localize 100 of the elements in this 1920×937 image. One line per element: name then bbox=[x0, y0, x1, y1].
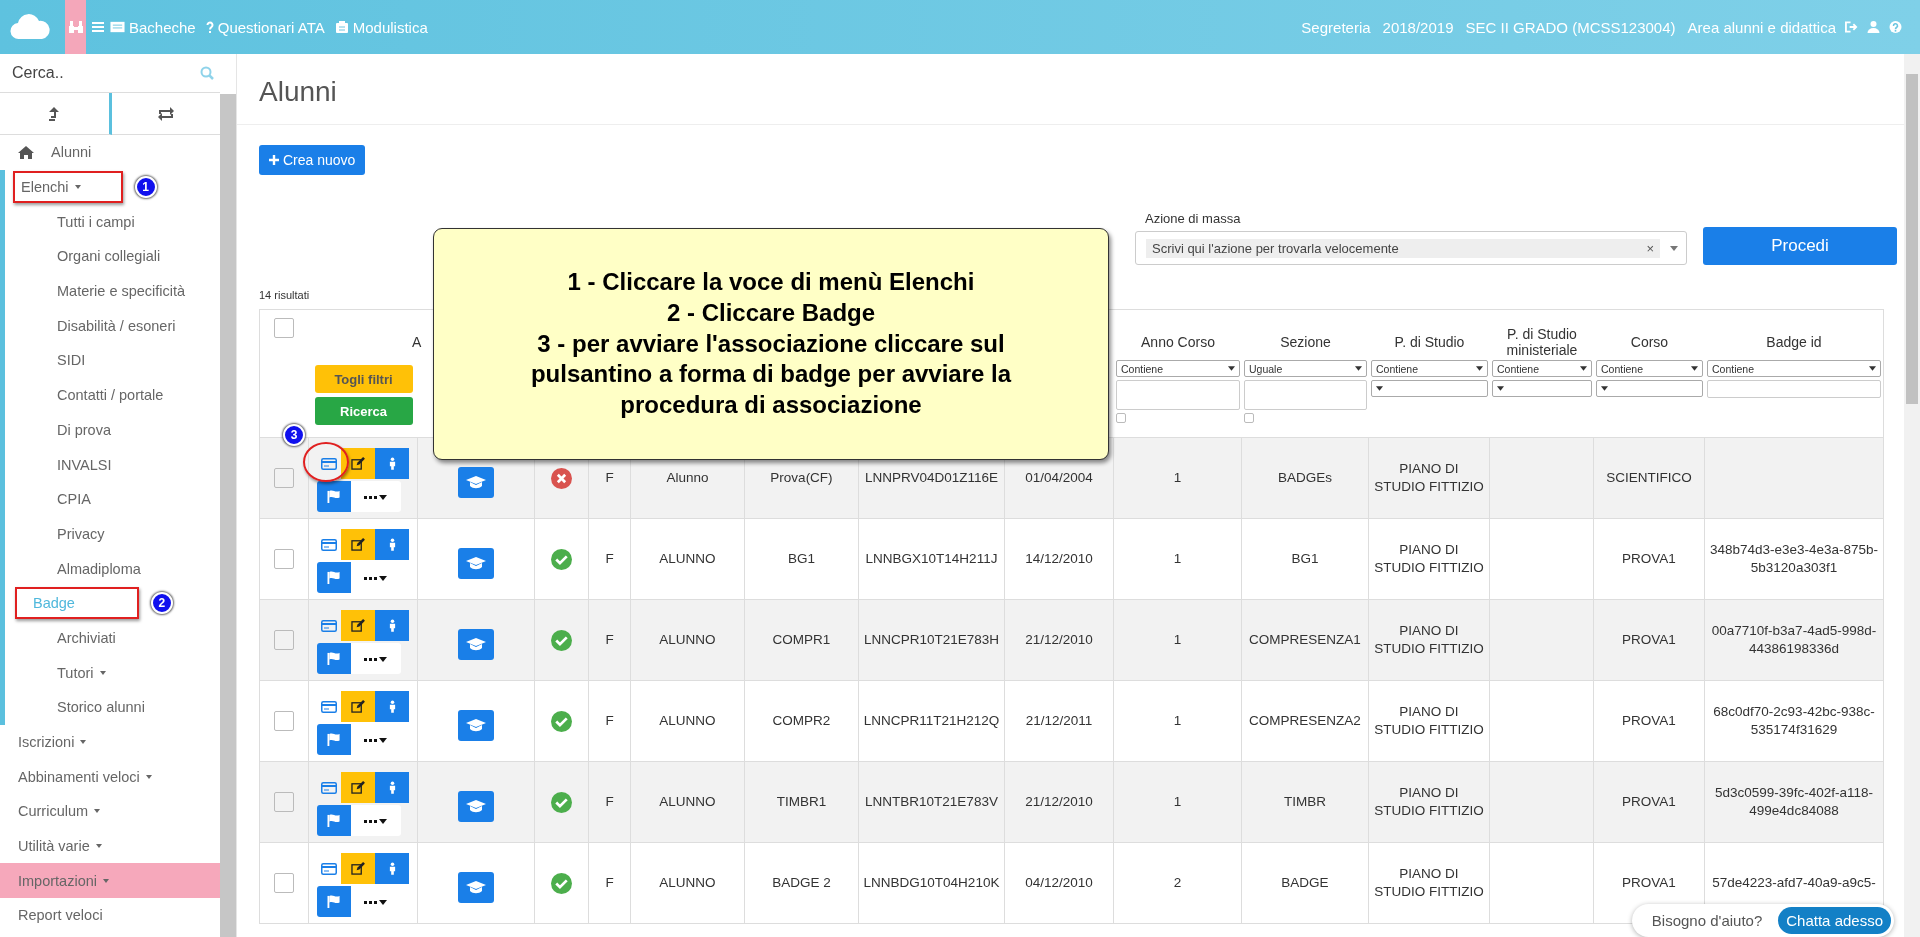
person-icon bbox=[388, 457, 396, 470]
sidebar-subitem[interactable]: Tutti i campi bbox=[57, 213, 135, 230]
flag-button[interactable] bbox=[317, 805, 351, 836]
operator-select[interactable]: Contiene bbox=[1492, 360, 1592, 377]
person-button[interactable] bbox=[375, 691, 409, 722]
row-checkbox[interactable] bbox=[274, 711, 294, 731]
sidebar-subitem[interactable]: Di prova bbox=[57, 421, 111, 438]
sidebar-subitem[interactable]: Organi collegiali bbox=[57, 248, 161, 265]
person-button[interactable] bbox=[375, 448, 409, 479]
person-button[interactable] bbox=[375, 610, 409, 641]
graduation-cap-button[interactable] bbox=[458, 466, 494, 498]
search-button[interactable]: Ricerca bbox=[314, 397, 413, 425]
code-cell-text: LNNCPR11T21H212Q bbox=[863, 711, 1000, 730]
filter-checkbox[interactable] bbox=[1244, 413, 1254, 423]
edit-icon bbox=[351, 700, 365, 713]
edit-button[interactable] bbox=[341, 691, 375, 722]
sidebar-item[interactable]: Importazioni bbox=[0, 863, 220, 899]
row-checkbox[interactable] bbox=[274, 630, 294, 650]
sidebar-item[interactable]: Elenchi bbox=[21, 179, 81, 196]
edit-button[interactable] bbox=[341, 448, 375, 479]
sidebar-subitem[interactable]: Archiviati bbox=[57, 629, 116, 646]
sidebar-subitem[interactable]: Disabilità / esoneri bbox=[57, 317, 176, 334]
row-checkbox[interactable] bbox=[274, 468, 294, 488]
more-button[interactable] bbox=[351, 643, 401, 674]
sidebar-subitem[interactable]: Privacy bbox=[57, 525, 105, 542]
dots-caret-icon bbox=[364, 817, 388, 824]
sex-cell-text: F bbox=[605, 549, 614, 568]
sidebar-item[interactable]: Curriculum bbox=[0, 794, 220, 829]
row-checkbox[interactable] bbox=[274, 549, 294, 569]
flag-button[interactable] bbox=[317, 643, 351, 674]
section-cell-text: COMPRESENZA2 bbox=[1249, 711, 1361, 730]
more-button[interactable] bbox=[351, 805, 401, 836]
proceed-button[interactable]: Procedi bbox=[1703, 227, 1897, 265]
sidebar-item[interactable]: Iscrizioni bbox=[0, 724, 220, 760]
graduation-cap-icon bbox=[466, 556, 486, 570]
edit-button[interactable] bbox=[341, 853, 375, 884]
chat-button[interactable]: Chatta adesso bbox=[1778, 907, 1891, 934]
operator-select[interactable]: Contiene bbox=[1371, 360, 1488, 377]
filter-input[interactable] bbox=[1244, 380, 1367, 410]
graduation-cap-button[interactable] bbox=[458, 709, 494, 741]
badge-id-cell-text: 57de4223-afd7-40a9-a9c5- bbox=[1712, 873, 1876, 892]
person-button[interactable] bbox=[375, 853, 409, 884]
scrollbar[interactable] bbox=[1904, 54, 1920, 937]
edit-button[interactable] bbox=[341, 529, 375, 560]
more-button[interactable] bbox=[351, 481, 401, 512]
plan-cell-text: PIANO DI STUDIO FITTIZIO bbox=[1373, 864, 1485, 901]
edit-icon bbox=[351, 862, 365, 875]
filter-input[interactable] bbox=[1116, 380, 1240, 410]
operator-select[interactable]: Uguale bbox=[1244, 360, 1367, 377]
clear-button[interactable]: × bbox=[1638, 240, 1654, 256]
person-button[interactable] bbox=[375, 529, 409, 560]
filter-input[interactable] bbox=[1707, 380, 1881, 398]
graduation-cap-button[interactable] bbox=[458, 547, 494, 579]
sidebar-subitem[interactable]: INVALSI bbox=[57, 456, 112, 473]
operator-select[interactable]: Contiene bbox=[1707, 360, 1881, 377]
row-checkbox[interactable] bbox=[274, 873, 294, 893]
caret-icon bbox=[1355, 366, 1362, 371]
operator-select[interactable]: Contiene bbox=[1596, 360, 1703, 377]
graduation-cap-button[interactable] bbox=[458, 790, 494, 822]
sidebar-item[interactable]: Alunni bbox=[0, 135, 220, 170]
person-button[interactable] bbox=[375, 772, 409, 803]
create-button[interactable]: Crea nuovo bbox=[259, 145, 366, 175]
select-all-checkbox[interactable] bbox=[274, 318, 294, 338]
sidebar-item[interactable]: Utilità varie bbox=[0, 828, 220, 864]
flag-button[interactable] bbox=[317, 481, 351, 512]
plan-cell-text: PIANO DI STUDIO FITTIZIO bbox=[1373, 783, 1485, 820]
column-header: Badge id bbox=[1766, 333, 1822, 352]
mass-action-select[interactable]: Scrivi qui l'azione per trovarla velocemente × bbox=[1135, 231, 1687, 265]
menu-icon[interactable] bbox=[92, 22, 104, 32]
clear-filters-button[interactable]: Togli filtri bbox=[314, 365, 413, 393]
filter-select[interactable] bbox=[1596, 380, 1703, 397]
sidebar-subitem[interactable]: CPIA bbox=[57, 491, 91, 508]
filter-select[interactable] bbox=[1492, 380, 1592, 397]
course-cell-text: SCIENTIFICO bbox=[1606, 468, 1692, 487]
row-checkbox[interactable] bbox=[274, 792, 294, 812]
flag-button[interactable] bbox=[317, 724, 351, 755]
caret-icon bbox=[1376, 386, 1383, 391]
filter-checkbox[interactable] bbox=[1116, 413, 1126, 423]
edit-button[interactable] bbox=[341, 610, 375, 641]
sidebar-item[interactable]: Abbinamenti veloci bbox=[0, 759, 220, 795]
cloud-logo-icon[interactable] bbox=[10, 14, 50, 40]
operator-select[interactable]: Contiene bbox=[1116, 360, 1240, 377]
sidebar-item[interactable]: Report veloci bbox=[0, 898, 220, 933]
flag-button[interactable] bbox=[317, 886, 351, 917]
caret-icon bbox=[1670, 245, 1678, 251]
graduation-cap-button[interactable] bbox=[458, 871, 494, 903]
sidebar-subitem[interactable]: SIDI bbox=[57, 352, 86, 369]
flag-button[interactable] bbox=[317, 562, 351, 593]
sidebar-tab[interactable] bbox=[0, 93, 112, 135]
sidebar-subitem[interactable]: Almadiploma bbox=[57, 560, 141, 577]
sidebar-subitem[interactable]: Materie e specificità bbox=[57, 283, 186, 300]
sidebar-subitem[interactable]: Contatti / portale bbox=[57, 387, 164, 404]
date-cell-text: 04/12/2010 bbox=[1025, 873, 1093, 892]
sidebar-subitem[interactable]: Tutori bbox=[57, 664, 106, 681]
caret-icon bbox=[1228, 366, 1235, 371]
scrollbar[interactable] bbox=[220, 94, 236, 937]
edit-button[interactable] bbox=[341, 772, 375, 803]
graduation-cap-button[interactable] bbox=[458, 628, 494, 660]
sidebar-subitem[interactable]: Storico alunni bbox=[57, 699, 145, 716]
filter-select[interactable] bbox=[1371, 380, 1488, 397]
